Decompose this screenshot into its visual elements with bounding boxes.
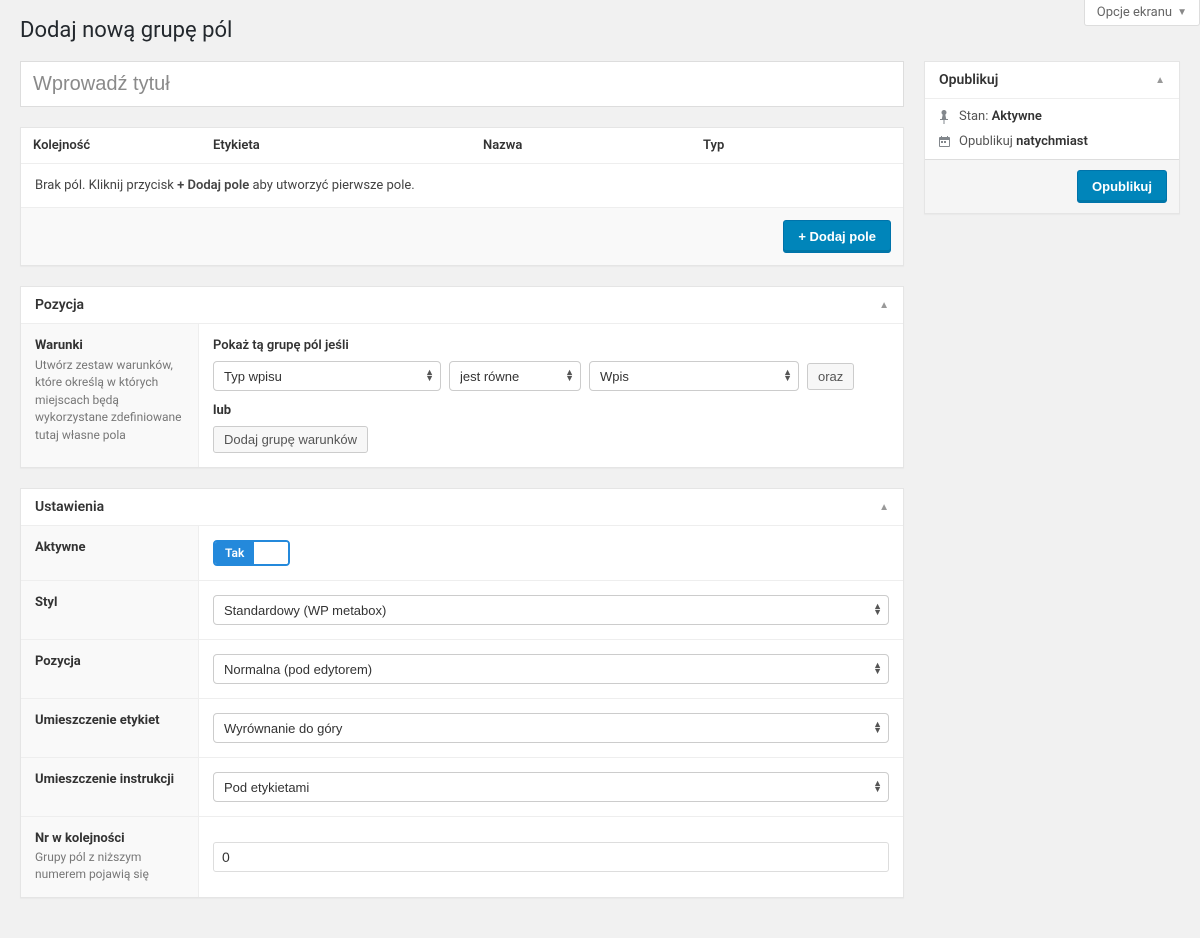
location-and-button[interactable]: oraz [807,363,854,390]
fields-panel: Kolejność Etykieta Nazwa Typ Brak pól. K… [20,127,904,266]
publish-time-value: natychmiast [1016,134,1088,149]
col-name: Nazwa [471,128,691,163]
page-title: Dodaj nową grupę pól [20,18,1180,43]
instruction-placement-select[interactable]: Pod etykietami [213,772,889,802]
publish-time-label: Opublikuj [959,134,1016,149]
setting-position-label: Pozycja [35,654,184,669]
title-input[interactable] [20,61,904,107]
order-input[interactable] [213,842,889,872]
publish-button[interactable]: Opublikuj [1077,170,1167,203]
toggle-knob [254,542,288,564]
location-or-label: lub [213,403,889,418]
settings-panel-title: Ustawienia [35,499,104,515]
setting-active-label: Aktywne [35,540,184,555]
location-value-select[interactable]: Wpis [589,361,799,391]
chevron-down-icon: ▼ [1177,7,1187,18]
fields-header: Kolejność Etykieta Nazwa Typ [21,128,903,164]
setting-order-desc: Grupy pól z niższym numerem pojawią się [35,849,184,883]
add-field-button[interactable]: + Dodaj pole [783,220,891,253]
publish-panel-title: Opublikuj [939,72,998,88]
location-side-desc: Utwórz zestaw warunków, które określą w … [35,357,184,444]
setting-style-label: Styl [35,595,184,610]
active-toggle[interactable]: Tak [213,540,290,566]
collapse-icon[interactable]: ▲ [879,502,889,513]
location-param-select[interactable]: Typ wpisu [213,361,441,391]
col-label: Etykieta [201,128,471,163]
location-side-heading: Warunki [35,338,184,353]
col-order: Kolejność [21,128,201,163]
add-rule-group-button[interactable]: Dodaj grupę warunków [213,426,368,453]
location-operator-select[interactable]: jest równe [449,361,581,391]
status-label: Stan: [959,109,992,124]
publish-panel: Opublikuj ▲ Stan: Aktywne [924,61,1180,214]
setting-label-placement-label: Umieszczenie etykiet [35,713,184,728]
pin-icon [937,110,951,124]
label-placement-select[interactable]: Wyrównanie do góry [213,713,889,743]
toggle-on-label: Tak [215,542,254,564]
setting-instr-placement-label: Umieszczenie instrukcji [35,772,184,787]
screen-options-toggle[interactable]: Opcje ekranu ▼ [1084,0,1200,26]
position-select[interactable]: Normalna (pod edytorem) [213,654,889,684]
collapse-icon[interactable]: ▲ [879,300,889,311]
location-show-label: Pokaż tą grupę pól jeśli [213,338,889,353]
screen-options-label: Opcje ekranu [1097,5,1172,20]
settings-panel: Ustawienia ▲ Aktywne Tak [20,488,904,898]
style-select[interactable]: Standardowy (WP metabox) [213,595,889,625]
status-value: Aktywne [992,109,1042,124]
calendar-icon [937,135,951,148]
collapse-icon[interactable]: ▲ [1155,75,1165,86]
col-type: Typ [691,128,903,163]
location-panel: Pozycja ▲ Warunki Utwórz zestaw warunków… [20,286,904,468]
location-panel-title: Pozycja [35,297,84,313]
no-fields-message: Brak pól. Kliknij przycisk + Dodaj pole … [21,164,903,207]
